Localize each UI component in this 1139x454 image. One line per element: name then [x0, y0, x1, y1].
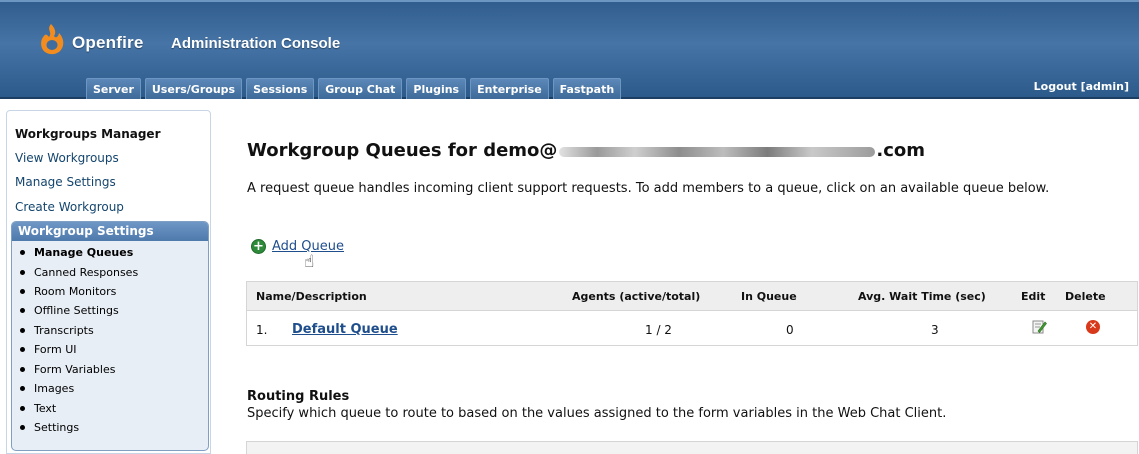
tab-server[interactable]: Server [86, 78, 141, 99]
tab-enterprise[interactable]: Enterprise [470, 78, 549, 99]
bullet-icon [20, 308, 25, 313]
delete-icon[interactable]: ✕ [1086, 320, 1100, 334]
main-content: Workgroup Queues for demo@ .com A reques… [220, 100, 1139, 454]
bullet-icon [20, 289, 25, 294]
sidebar-item-offline-settings[interactable]: Offline Settings [20, 304, 119, 317]
col-header-agents: Agents (active/total) [572, 290, 701, 303]
bullet-icon [20, 270, 25, 275]
page-title-prefix: Workgroup Queues for demo@ [247, 140, 558, 161]
col-header-avg-wait: Avg. Wait Time (sec) [858, 290, 986, 303]
table-header: Name/Description Agents (active/total) I… [247, 282, 1137, 311]
page-title-suffix: .com [876, 140, 926, 161]
sidebar-item-label: Text [34, 402, 57, 415]
avg-wait-value: 3 [931, 323, 939, 337]
sidebar-item-label: Offline Settings [34, 304, 119, 317]
console-title: Administration Console [171, 35, 341, 52]
sidebar-link-view-workgroups[interactable]: View Workgroups [15, 151, 119, 165]
page-description: A request queue handles incoming client … [247, 181, 1050, 196]
sidebar-item-label: Images [34, 382, 75, 395]
bullet-icon [20, 347, 25, 352]
col-header-name: Name/Description [256, 290, 367, 303]
bullet-icon [20, 386, 25, 391]
queue-name-link[interactable]: Default Queue [292, 322, 398, 337]
sidebar-item-label: Manage Queues [34, 246, 134, 259]
sidebar-link-manage-settings[interactable]: Manage Settings [15, 175, 116, 189]
edit-icon[interactable] [1032, 319, 1047, 334]
brand-name: Openfire [72, 33, 144, 52]
add-icon: + [251, 239, 266, 254]
bullet-icon [20, 250, 25, 255]
workgroup-settings-panel: Workgroup Settings Manage Queues Canned … [11, 221, 209, 451]
main-tabs: Server Users/Groups Sessions Group Chat … [86, 78, 622, 99]
queue-table: Name/Description Agents (active/total) I… [246, 281, 1138, 346]
logout-link[interactable]: Logout [admin] [1034, 80, 1129, 93]
routing-rules-panel [246, 441, 1138, 454]
agents-value: 1 / 2 [645, 323, 672, 337]
routing-rules-title: Routing Rules [247, 389, 350, 404]
sidebar-item-label: Transcripts [34, 324, 94, 337]
sidebar-item-label: Settings [34, 421, 80, 434]
page-title: Workgroup Queues for demo@ .com [247, 140, 925, 161]
app-header: Openfire Administration Console Server U… [0, 0, 1139, 99]
sidebar-item-settings[interactable]: Settings [20, 421, 79, 434]
sidebar: Workgroups Manager View Workgroups Manag… [6, 110, 211, 454]
bullet-icon [20, 367, 25, 372]
row-index: 1. [256, 323, 268, 337]
col-header-edit: Edit [1021, 290, 1046, 303]
header-topline [0, 0, 1139, 2]
sidebar-link-create-workgroup[interactable]: Create Workgroup [15, 200, 124, 214]
tab-fastpath[interactable]: Fastpath [552, 78, 622, 99]
add-queue-button[interactable]: + Add Queue [251, 239, 344, 254]
hand-cursor-icon: ☝ [304, 252, 315, 272]
sidebar-item-form-variables[interactable]: Form Variables [20, 363, 115, 376]
workgroup-settings-heading: Workgroup Settings [12, 222, 208, 241]
sidebar-item-label: Form Variables [34, 363, 116, 376]
sidebar-title: Workgroups Manager [15, 127, 161, 141]
sidebar-item-text[interactable]: Text [20, 402, 56, 415]
bullet-icon [20, 425, 25, 430]
bullet-icon [20, 406, 25, 411]
sidebar-item-label: Room Monitors [34, 285, 117, 298]
sidebar-item-transcripts[interactable]: Transcripts [20, 324, 94, 337]
routing-rules-description: Specify which queue to route to based on… [247, 406, 947, 421]
tab-sessions[interactable]: Sessions [246, 78, 315, 99]
col-header-delete: Delete [1065, 290, 1106, 303]
tab-plugins[interactable]: Plugins [406, 78, 467, 99]
bullet-icon [20, 328, 25, 333]
sidebar-item-label: Canned Responses [34, 266, 139, 279]
sidebar-item-manage-queues[interactable]: Manage Queues [20, 246, 133, 259]
col-header-in-queue: In Queue [741, 290, 797, 303]
in-queue-value: 0 [786, 323, 794, 337]
sidebar-item-label: Form UI [34, 343, 77, 356]
openfire-logo-icon [41, 24, 64, 55]
tab-users-groups[interactable]: Users/Groups [144, 78, 243, 99]
sidebar-item-form-ui[interactable]: Form UI [20, 343, 77, 356]
tab-group-chat[interactable]: Group Chat [318, 78, 403, 99]
sidebar-item-images[interactable]: Images [20, 382, 74, 395]
sidebar-item-room-monitors[interactable]: Room Monitors [20, 285, 116, 298]
sidebar-item-canned-responses[interactable]: Canned Responses [20, 266, 138, 279]
redacted-domain [559, 146, 876, 157]
